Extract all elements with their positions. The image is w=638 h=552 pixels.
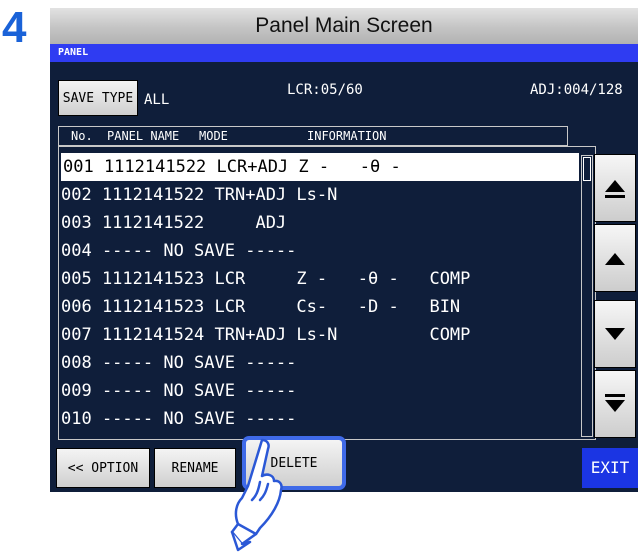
panel-row-005[interactable]: 005 1112141523 LCR Z - -θ - COMP (59, 265, 579, 293)
panel-list: 001 1112141522 LCR+ADJ Z - -θ - 002 1112… (58, 146, 596, 440)
lcr-count: LCR:05/60 (287, 82, 363, 98)
panel-row-002[interactable]: 002 1112141522 TRN+ADJ Ls-N (59, 181, 579, 209)
panel-row-007[interactable]: 007 1112141524 TRN+ADJ Ls-N COMP (59, 321, 579, 349)
option-button[interactable]: << OPTION (56, 448, 150, 488)
scroll-down-icon (605, 328, 625, 340)
panel-row-001[interactable]: 001 1112141522 LCR+ADJ Z - -θ - (61, 153, 579, 181)
panel-row-008[interactable]: 008 ----- NO SAVE ----- (59, 349, 579, 377)
screen-caption: Panel Main Screen (50, 8, 638, 44)
pointing-hand-icon (230, 438, 283, 552)
column-no: No. (71, 129, 93, 143)
scroll-top-icon (605, 180, 625, 198)
step-number: 4 (2, 3, 27, 52)
column-panel-name: PANEL NAME (107, 129, 180, 143)
panel-screen: PANEL SAVE TYPE ALL LCR:05/60 ADJ:004/12… (50, 44, 638, 492)
scroll-bottom-button[interactable] (594, 370, 636, 438)
scroll-down-button[interactable] (594, 300, 636, 368)
panel-row-010[interactable]: 010 ----- NO SAVE ----- (59, 405, 579, 433)
column-mode: MODE (199, 129, 228, 143)
scroll-up-button[interactable] (594, 224, 636, 292)
panel-row-006[interactable]: 006 1112141523 LCR Cs- -D - BIN (59, 293, 579, 321)
save-type-button[interactable]: SAVE TYPE (58, 80, 138, 116)
scroll-bottom-icon (605, 394, 625, 412)
exit-button[interactable]: EXIT (582, 448, 638, 488)
screen-title: PANEL (50, 44, 638, 62)
adj-count: ADJ:004/128 (530, 82, 623, 98)
save-type-value: ALL (144, 92, 170, 108)
list-header: No. PANEL NAME MODE INFORMATION (58, 126, 568, 146)
panel-row-004[interactable]: 004 ----- NO SAVE ----- (59, 237, 579, 265)
panel-row-003[interactable]: 003 1112141522 ADJ (59, 209, 579, 237)
scroll-up-icon (605, 253, 625, 265)
list-scrollbar[interactable] (581, 155, 593, 437)
column-information: INFORMATION (307, 129, 387, 143)
panel-row-009[interactable]: 009 ----- NO SAVE ----- (59, 377, 579, 405)
scroll-top-button[interactable] (594, 154, 636, 222)
scroll-thumb[interactable] (583, 157, 591, 181)
